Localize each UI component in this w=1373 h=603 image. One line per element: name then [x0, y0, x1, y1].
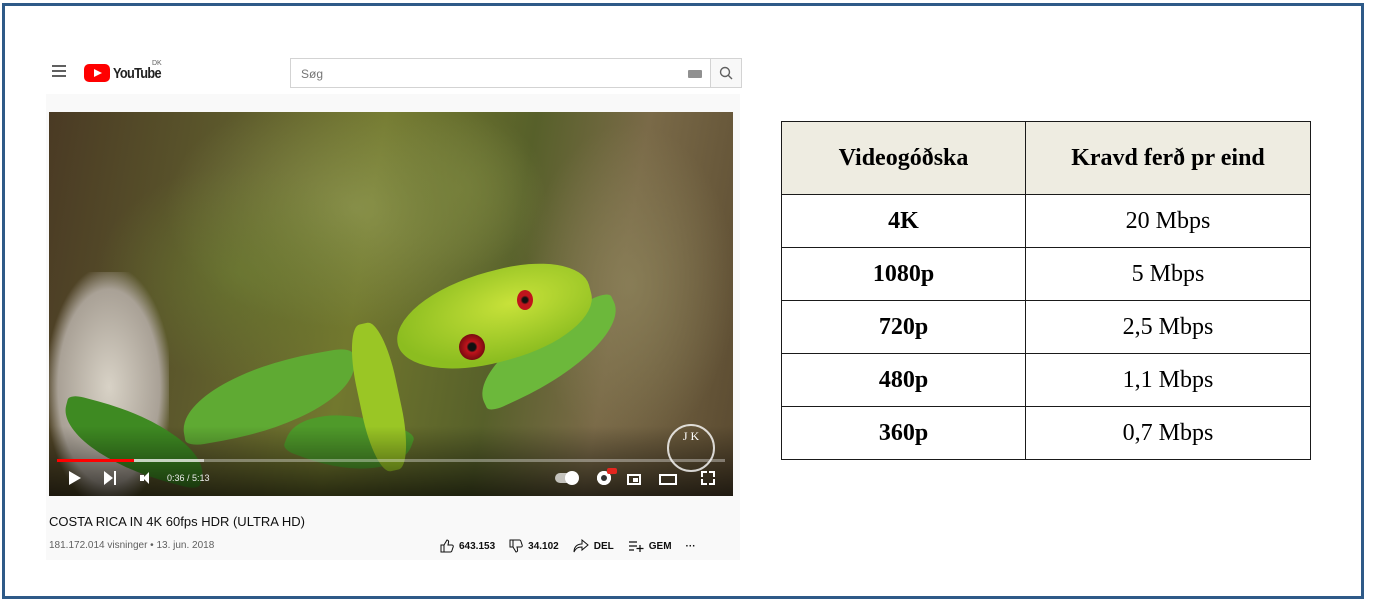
- speed-cell: 1,1 Mbps: [1025, 353, 1311, 407]
- quality-cell: 360p: [781, 406, 1026, 460]
- video-meta: 181.172.014 visninger • 13. jun. 2018: [49, 540, 215, 551]
- youtube-header: YouTube DK: [46, 55, 742, 91]
- header-quality: Videogóðska: [781, 121, 1026, 195]
- hd-badge: [607, 468, 617, 474]
- youtube-logo-text: YouTube: [113, 64, 162, 82]
- search-icon: [719, 66, 733, 80]
- video-actions: 643.153 34.102 DEL GEM ···: [440, 538, 710, 554]
- progress-bar[interactable]: [57, 459, 725, 462]
- header-speed: Kravd ferð pr eind: [1025, 121, 1311, 195]
- video-frame-frog-eye: [517, 290, 533, 310]
- quality-cell: 4K: [781, 194, 1026, 248]
- quality-cell: 1080p: [781, 247, 1026, 301]
- share-button[interactable]: DEL: [573, 539, 614, 553]
- table-row: 480p 1,1 Mbps: [781, 353, 1311, 407]
- thumbs-up-icon: [440, 539, 454, 553]
- quality-cell: 480p: [781, 353, 1026, 407]
- save-label: GEM: [648, 540, 672, 552]
- progress-played: [57, 459, 134, 462]
- more-actions-button[interactable]: ···: [686, 541, 696, 552]
- next-icon[interactable]: [104, 471, 118, 485]
- save-button[interactable]: GEM: [628, 539, 672, 553]
- add-to-playlist-icon: [628, 541, 644, 552]
- share-label: DEL: [593, 540, 614, 552]
- like-button[interactable]: 643.153: [440, 539, 495, 553]
- search-box: [290, 58, 710, 88]
- like-count: 643.153: [459, 540, 496, 552]
- more-icon: ···: [685, 540, 696, 552]
- search-button[interactable]: [710, 58, 742, 88]
- channel-watermark[interactable]: J K: [667, 424, 715, 472]
- country-code: DK: [152, 60, 162, 67]
- fullscreen-icon[interactable]: [701, 471, 715, 485]
- speed-cell: 5 Mbps: [1025, 247, 1311, 301]
- table-row: 4K 20 Mbps: [781, 194, 1311, 248]
- autoplay-toggle-icon[interactable]: [555, 471, 579, 485]
- volume-icon[interactable]: [140, 472, 152, 484]
- dislike-count: 34.102: [528, 540, 559, 552]
- table-row: 1080p 5 Mbps: [781, 247, 1311, 301]
- share-icon: [573, 539, 589, 553]
- keyboard-icon[interactable]: [688, 70, 702, 78]
- speed-cell: 0,7 Mbps: [1025, 406, 1311, 460]
- video-frame-frog-eye: [459, 334, 485, 360]
- quality-cell: 720p: [781, 300, 1026, 354]
- theater-mode-icon[interactable]: [659, 474, 677, 485]
- speed-cell: 2,5 Mbps: [1025, 300, 1311, 354]
- time-display: 0:36 / 5:13: [167, 473, 210, 483]
- video-quality-table: Videogóðska Kravd ferð pr eind 4K 20 Mbp…: [781, 121, 1311, 460]
- menu-icon[interactable]: [52, 65, 66, 77]
- table-row: 720p 2,5 Mbps: [781, 300, 1311, 354]
- search-input[interactable]: [299, 65, 663, 83]
- speed-cell: 20 Mbps: [1025, 194, 1311, 248]
- dislike-button[interactable]: 34.102: [509, 539, 559, 553]
- youtube-play-icon: [84, 64, 110, 82]
- thumbs-down-icon: [509, 539, 523, 553]
- video-player[interactable]: J K 0:36 / 5:13: [49, 112, 733, 496]
- video-title: COSTA RICA IN 4K 60fps HDR (ULTRA HD): [49, 514, 305, 529]
- miniplayer-icon[interactable]: [627, 474, 641, 485]
- table-row: 360p 0,7 Mbps: [781, 406, 1311, 460]
- table-header-row: Videogóðska Kravd ferð pr eind: [781, 121, 1311, 195]
- play-icon[interactable]: [69, 471, 81, 485]
